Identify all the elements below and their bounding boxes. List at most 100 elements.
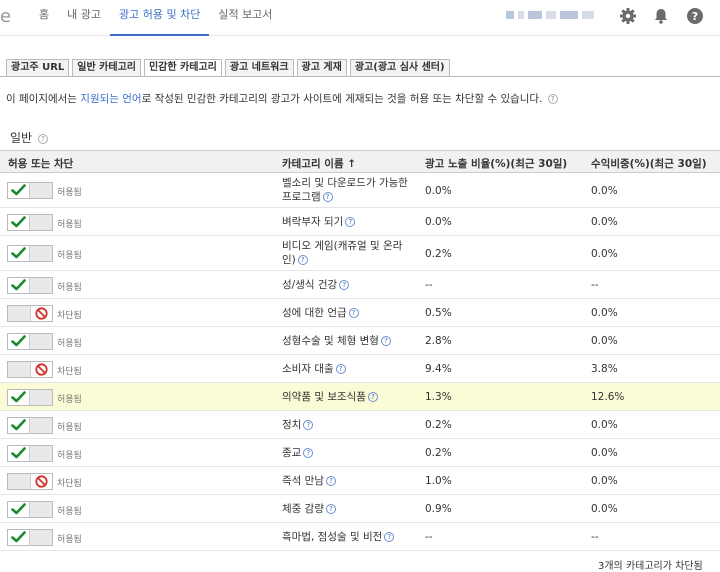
impression-ratio-value: 1.3% [425,391,452,403]
question-icon[interactable]: ? [303,448,314,458]
question-icon[interactable]: ? [37,133,48,144]
table-row: 허용됨 의약품 및 보조식품? 1.3% 12.6% [0,383,720,411]
question-icon[interactable]: ? [322,192,333,202]
allow-toggle-on[interactable] [7,277,53,294]
check-icon [11,447,26,459]
tab-ad-networks[interactable]: 광고 네트워크 [224,59,294,77]
table-row: 차단됨 소비자 대출? 9.4% 3.8% [0,355,720,383]
question-icon[interactable]: ? [339,280,350,290]
table-row: 허용됨 비디오 게임(캐쥬얼 및 온라인)? 0.2% 0.0% [0,236,720,271]
check-icon [11,419,26,431]
category-name: 종교? [282,446,412,460]
allow-toggle-on[interactable] [7,214,53,231]
table-row: 허용됨 성/생식 건강? -- -- [0,271,720,299]
revenue-share-value: 0.0% [591,335,618,347]
category-name: 정치? [282,418,412,432]
bell-icon[interactable] [651,6,671,26]
category-name: 성형수술 및 체형 변형? [282,334,412,348]
question-icon[interactable]: ? [335,364,346,374]
header-impression-ratio[interactable]: 광고 노출 비율(%)(최근 30일) [425,156,567,171]
status-label: 허용됨 [57,188,82,198]
allow-toggle-on[interactable] [7,529,53,546]
allow-toggle-off[interactable] [7,473,53,490]
question-icon[interactable]: ? [547,94,558,104]
tab-ad-serving[interactable]: 광고 게재 [296,59,347,77]
category-name-text: 소비자 대출 [282,363,334,375]
allow-toggle-off[interactable] [7,305,53,322]
nav-allow-block-ads[interactable]: 광고 허용 및 차단 [109,0,210,36]
nav-performance-reports[interactable]: 실적 보고서 [209,0,281,36]
status-label: 허용됨 [57,339,82,349]
impression-ratio-value: 0.5% [425,307,452,319]
question-icon[interactable]: ? [345,217,356,227]
question-icon[interactable]: ? [348,308,359,318]
account-email-redacted[interactable] [506,11,598,21]
check-icon [11,184,26,196]
table-row: 차단됨 성에 대한 언급? 0.5% 0.0% [0,299,720,327]
nav-home[interactable]: 홈 [30,0,58,36]
allow-toggle-on[interactable] [7,389,53,406]
header-revenue-share[interactable]: 수익비중(%)(최근 30일) [591,156,707,171]
check-icon [11,216,26,228]
allow-toggle-on[interactable] [7,501,53,518]
revenue-share-value: 3.8% [591,363,618,375]
tab-general-categories[interactable]: 일반 카테고리 [72,59,141,77]
table-row: 허용됨 벨소리 및 다운로드가 가능한 프로그램? 0.0% 0.0% [0,173,720,208]
question-icon[interactable]: ? [297,255,308,265]
category-name-text: 즉석 만남 [282,475,324,487]
category-name: 성/생식 건강? [282,278,412,292]
allow-toggle-on[interactable] [7,445,53,462]
ban-icon [35,475,48,488]
category-name: 성에 대한 언급? [282,306,412,320]
question-icon[interactable]: ? [384,532,395,542]
allow-toggle-on[interactable] [7,417,53,434]
header-category-name[interactable]: 카테고리 이름 ↑ [282,156,356,171]
nav-my-ads[interactable]: 내 광고 [58,0,110,36]
revenue-share-value: 0.0% [591,475,618,487]
category-name-text: 성형수술 및 체형 변형 [282,335,379,347]
status-label: 허용됨 [57,395,82,405]
revenue-share-value: 0.0% [591,419,618,431]
category-name-text: 종교 [282,447,302,459]
tab-ad-review-center[interactable]: 광고(광고 심사 센터) [349,59,450,77]
gear-icon[interactable] [618,6,638,26]
ban-icon [35,307,48,320]
svg-text:?: ? [692,10,698,23]
status-label: 허용됨 [57,283,82,293]
impression-ratio-value: 9.4% [425,363,452,375]
tabs-divider [0,76,720,77]
question-icon[interactable]: ? [367,392,378,402]
blocked-count-text: 3개의 카테고리가 차단됨 [598,561,703,572]
question-icon[interactable]: ? [325,476,336,486]
section-title-text: 일반 [10,131,33,145]
allow-toggle-on[interactable] [7,333,53,350]
category-name-text: 체중 감량 [282,503,324,515]
top-nav: e 홈 내 광고 광고 허용 및 차단 실적 보고서 ? [0,0,720,36]
impression-ratio-value: 0.2% [425,419,452,431]
table-row: 차단됨 즉석 만남? 1.0% 0.0% [0,467,720,495]
category-name-text: 벼락부자 되기 [282,216,344,228]
supported-languages-link[interactable]: 지원되는 언어 [80,93,141,105]
section-title: 일반 ? [10,129,48,146]
tab-advertiser-url[interactable]: 광고주 URL [6,59,70,77]
help-icon[interactable]: ? [685,6,705,26]
allow-toggle-off[interactable] [7,361,53,378]
category-name: 흑마법, 점성술 및 비전? [282,530,412,544]
question-icon[interactable]: ? [303,420,314,430]
category-name-text: 정치 [282,419,302,431]
question-icon[interactable]: ? [325,504,336,514]
status-label: 허용됨 [57,423,82,433]
category-name: 의약품 및 보조식품? [282,390,412,404]
table-row: 허용됨 성형수술 및 체형 변형? 2.8% 0.0% [0,327,720,355]
impression-ratio-value: 0.0% [425,185,452,197]
table-row: 허용됨 종교? 0.2% 0.0% [0,439,720,467]
revenue-share-value: 0.0% [591,447,618,459]
status-label: 차단됨 [57,311,82,321]
revenue-share-value: 12.6% [591,391,625,403]
category-name-text: 흑마법, 점성술 및 비전 [282,531,383,543]
tab-sensitive-categories[interactable]: 민감한 카테고리 [143,59,222,77]
allow-toggle-on[interactable] [7,245,53,262]
category-name-text: 의약품 및 보조식품 [282,391,366,403]
allow-toggle-on[interactable] [7,182,53,199]
question-icon[interactable]: ? [380,336,391,346]
